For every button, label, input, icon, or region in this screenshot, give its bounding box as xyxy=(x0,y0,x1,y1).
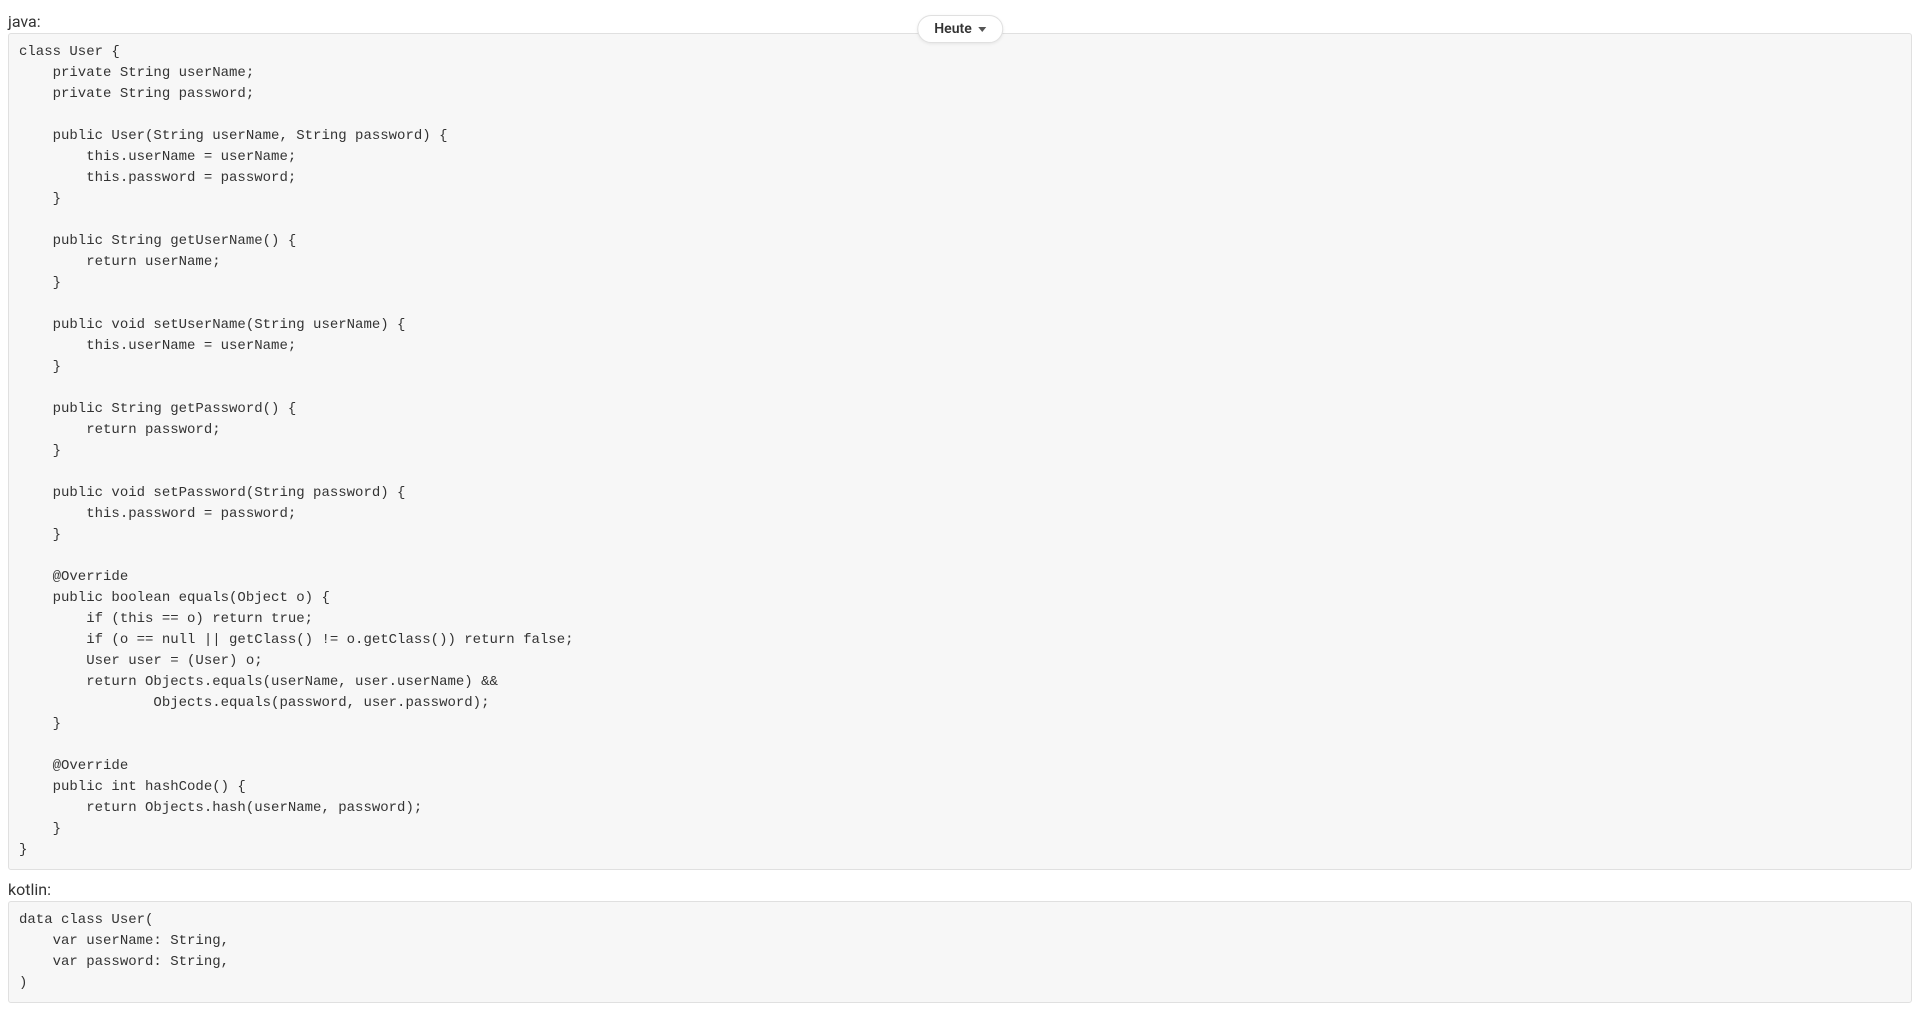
kotlin-section: kotlin: data class User( var userName: S… xyxy=(8,880,1912,1003)
date-pill-label: Heute xyxy=(934,21,972,37)
kotlin-code-block: data class User( var userName: String, v… xyxy=(8,901,1912,1003)
java-code-block: class User { private String userName; pr… xyxy=(8,33,1912,870)
java-section: java: class User { private String userNa… xyxy=(8,12,1912,870)
chevron-down-icon xyxy=(978,27,986,32)
date-pill[interactable]: Heute xyxy=(917,15,1003,43)
kotlin-label: kotlin: xyxy=(8,880,1912,899)
